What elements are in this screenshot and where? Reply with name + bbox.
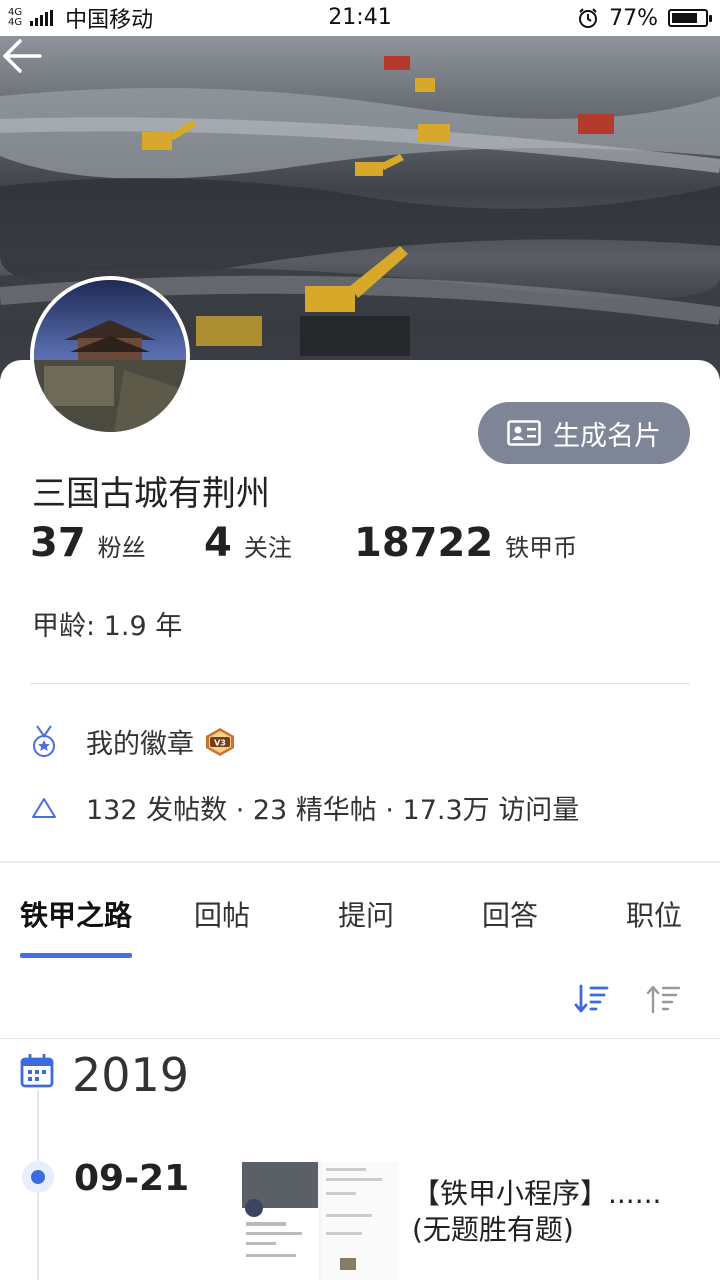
status-bar: 4G 4G 中国移动 21:41 77%	[0, 0, 720, 36]
coins-stat[interactable]: 18722 铁甲币	[354, 520, 577, 566]
v3-badge-label: V3	[214, 738, 226, 747]
username: 三国古城有荆州	[32, 474, 270, 514]
battery-icon	[668, 9, 712, 27]
profile-tabs: 铁甲之路 回帖 提问 回答 职位	[0, 880, 720, 960]
section-divider	[0, 861, 720, 863]
medal-icon	[30, 724, 58, 760]
sort-ascending-icon[interactable]	[646, 984, 682, 1014]
sort-descending-icon[interactable]	[574, 984, 610, 1014]
divider	[30, 683, 690, 684]
following-label: 关注	[243, 534, 292, 562]
tab-road[interactable]: 铁甲之路	[20, 894, 132, 934]
post-title[interactable]: 【铁甲小程序】...... (无题胜有题)	[412, 1176, 702, 1248]
active-tab-indicator	[20, 953, 132, 958]
tab-answers[interactable]: 回答	[482, 894, 538, 934]
tab-questions[interactable]: 提问	[338, 894, 394, 934]
triangle-icon	[30, 790, 58, 826]
member-age: 甲龄: 1.9 年	[32, 611, 183, 642]
post-date: 09-21	[74, 1158, 190, 1199]
status-right: 77%	[577, 0, 712, 36]
v3-badge-icon: V3	[204, 727, 236, 757]
avatar[interactable]	[30, 276, 190, 436]
followers-count: 37	[30, 520, 86, 566]
post-thumbnail[interactable]	[242, 1162, 398, 1280]
battery-percent: 77%	[609, 5, 658, 31]
timeline-year: 2019	[72, 1048, 190, 1102]
avatar-image	[34, 280, 186, 432]
alarm-icon	[579, 8, 598, 28]
generate-card-button[interactable]: 生成名片	[478, 402, 690, 464]
post-thumbnail-image	[242, 1162, 398, 1280]
timeline-dot	[31, 1170, 45, 1184]
activity-summary: 132 发帖数 · 23 精华帖 · 17.3万 访问量	[86, 795, 580, 826]
tab-jobs[interactable]: 职位	[626, 894, 682, 934]
badges-label: 我的徽章	[86, 729, 194, 760]
activity-row: 132 发帖数 · 23 精华帖 · 17.3万 访问量	[30, 788, 579, 827]
id-card-icon	[507, 420, 541, 446]
generate-card-label: 生成名片	[553, 420, 661, 452]
calendar-icon	[20, 1054, 54, 1088]
badges-row[interactable]: 我的徽章 V3	[30, 722, 236, 761]
coins-label: 铁甲币	[505, 534, 578, 562]
tab-replies[interactable]: 回帖	[194, 894, 250, 934]
following-count: 4	[204, 520, 232, 566]
followers-stat[interactable]: 37 粉丝	[30, 520, 146, 566]
back-arrow-icon[interactable]	[0, 36, 44, 76]
coins-count: 18722	[354, 520, 494, 566]
profile-stats: 37 粉丝 4 关注 18722 铁甲币	[30, 520, 710, 580]
followers-label: 粉丝	[97, 534, 146, 562]
divider	[0, 1038, 720, 1039]
following-stat[interactable]: 4 关注	[204, 520, 292, 566]
